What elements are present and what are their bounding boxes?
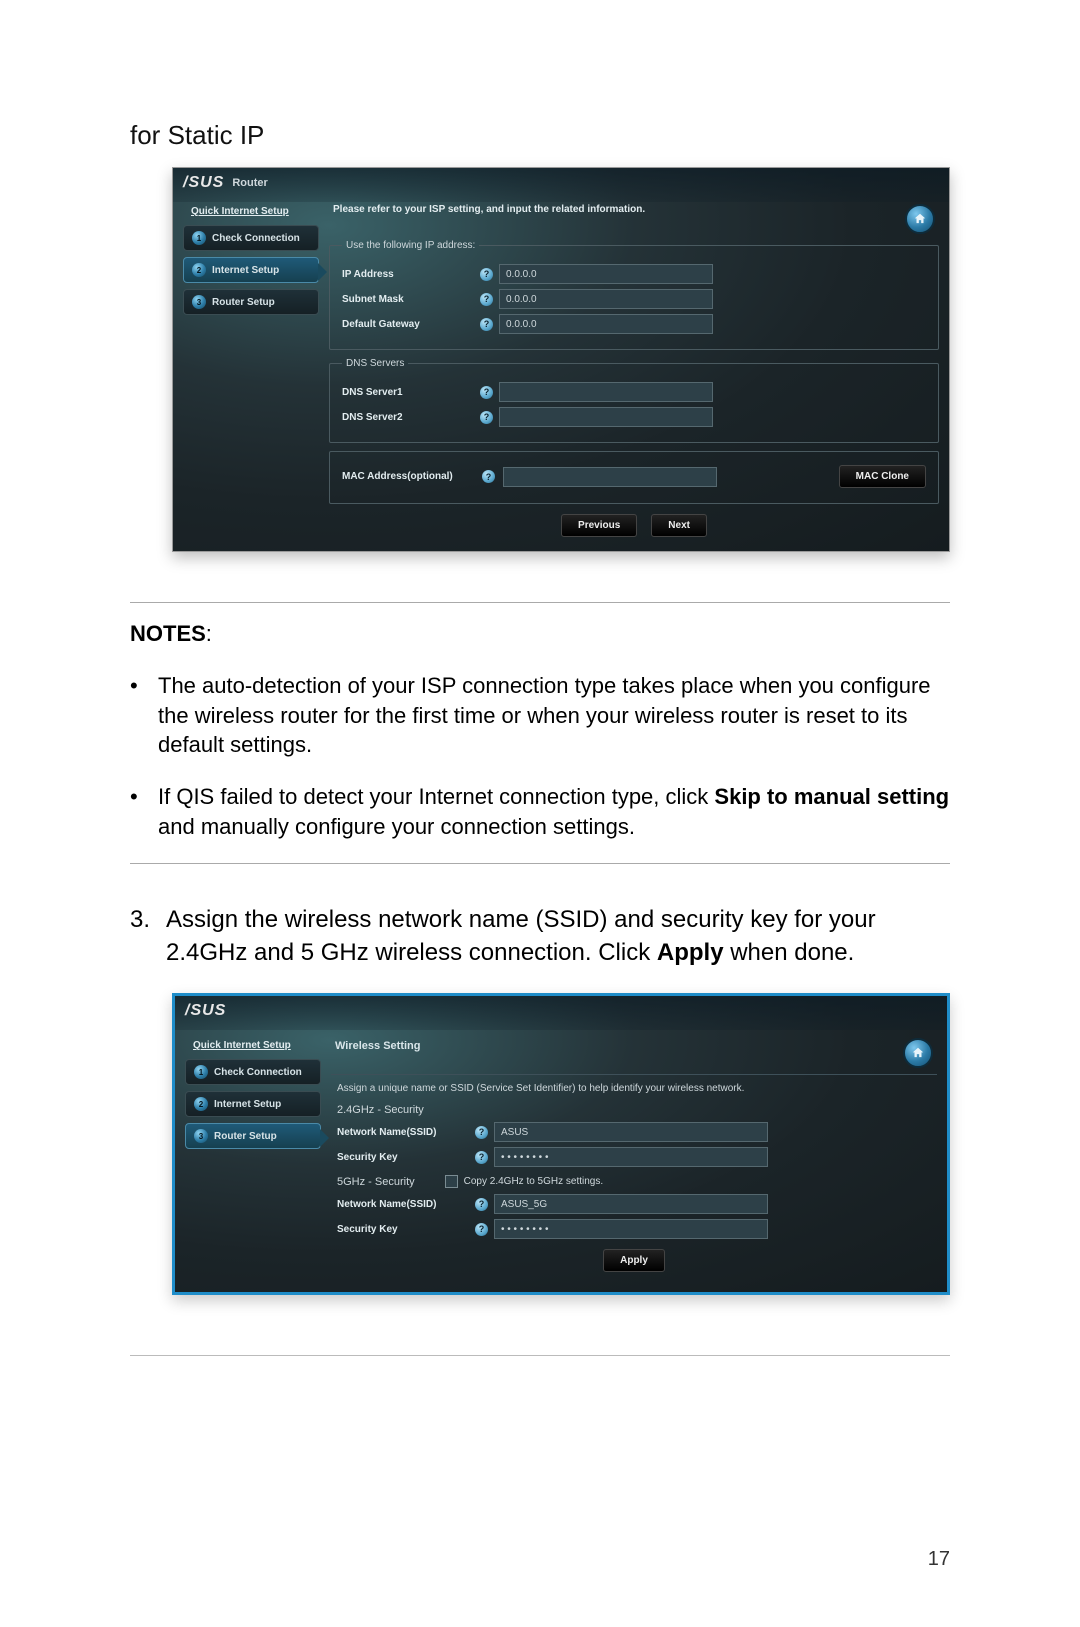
wireless-setting-screenshot: /SUS Quick Internet Setup 1 Check Connect… [172,993,950,1295]
mac-fieldset: MAC Address(optional)? MAC Clone [329,451,939,504]
wizard-sidebar: Quick Internet Setup 1 Check Connection 2… [183,202,319,537]
router-header: /SUS [175,996,947,1030]
step-3-icon: 3 [192,295,206,309]
ip-address-input[interactable] [499,264,713,284]
note-item: •If QIS failed to detect your Internet c… [130,782,950,841]
info-icon[interactable]: ? [480,318,493,331]
subnet-mask-label: Subnet Mask [342,294,474,305]
info-icon[interactable]: ? [475,1126,488,1139]
key-5-input[interactable] [494,1219,768,1239]
info-icon[interactable]: ? [480,411,493,424]
step-2-icon: 2 [192,263,206,277]
sidebar-item-label: Internet Setup [212,265,279,276]
default-gateway-input[interactable] [499,314,713,334]
info-icon[interactable]: ? [480,268,493,281]
ssid-24-label: Network Name(SSID) [337,1127,469,1138]
fieldset-legend: Use the following IP address: [342,240,479,251]
step-3-icon: 3 [194,1129,208,1143]
notes-list: •The auto-detection of your ISP connecti… [130,671,950,841]
copy-settings-label: Copy 2.4GHz to 5GHz settings. [464,1176,604,1187]
step-1-icon: 1 [192,231,206,245]
page-number: 17 [928,1548,950,1571]
sidebar-item-label: Router Setup [212,297,275,308]
fieldset-legend: DNS Servers [342,358,408,369]
security-24ghz-heading: 2.4GHz - Security [337,1104,931,1116]
apply-button[interactable]: Apply [603,1249,665,1272]
panel-title: Wireless Setting [335,1040,420,1052]
previous-button[interactable]: Previous [561,514,637,537]
dns-fieldset: DNS Servers DNS Server1? DNS Server2? [329,358,939,443]
brand-subtitle: Router [232,177,267,189]
dns1-input[interactable] [499,382,713,402]
key-24-label: Security Key [337,1152,469,1163]
static-ip-screenshot: /SUS Router Quick Internet Setup 1 Check … [172,167,950,552]
subnet-mask-input[interactable] [499,289,713,309]
ssid-5-label: Network Name(SSID) [337,1199,469,1210]
info-icon[interactable]: ? [475,1198,488,1211]
sidebar-item-check-connection[interactable]: 1 Check Connection [183,225,319,251]
sidebar-title: Quick Internet Setup [183,202,319,225]
security-5ghz-heading: 5GHz - Security [337,1176,415,1188]
sidebar-item-label: Check Connection [212,233,300,244]
panel-instruction: Please refer to your ISP setting, and in… [333,204,645,215]
mac-label: MAC Address(optional) [342,471,474,482]
brand-logo: /SUS [185,1002,226,1020]
router-header: /SUS Router [173,168,949,202]
mac-input[interactable] [503,467,717,487]
ssid-5-input[interactable] [494,1194,768,1214]
key-24-input[interactable] [494,1147,768,1167]
ssid-24-input[interactable] [494,1122,768,1142]
step-2-icon: 2 [194,1097,208,1111]
ip-address-label: IP Address [342,269,474,280]
info-icon[interactable]: ? [482,470,495,483]
mac-clone-button[interactable]: MAC Clone [839,465,926,488]
home-button[interactable] [903,1038,933,1068]
sidebar-item-label: Internet Setup [214,1099,281,1110]
divider [130,602,950,603]
dns1-label: DNS Server1 [342,387,474,398]
info-icon[interactable]: ? [480,386,493,399]
sidebar-item-internet-setup[interactable]: 2 Internet Setup [183,257,319,283]
note-item: •The auto-detection of your ISP connecti… [130,671,950,760]
sidebar-item-label: Check Connection [214,1067,302,1078]
sidebar-item-internet-setup[interactable]: 2 Internet Setup [185,1091,321,1117]
notes-heading: NOTES: [130,621,950,647]
default-gateway-label: Default Gateway [342,319,474,330]
sidebar-item-check-connection[interactable]: 1 Check Connection [185,1059,321,1085]
dns2-label: DNS Server2 [342,412,474,423]
assign-text: Assign a unique name or SSID (Service Se… [337,1083,931,1094]
page-footer-rule [130,1355,950,1356]
sidebar-item-router-setup[interactable]: 3 Router Setup [185,1123,321,1149]
step-3-text: 3. Assign the wireless network name (SSI… [130,904,950,969]
sidebar-item-label: Router Setup [214,1131,277,1142]
sidebar-title: Quick Internet Setup [185,1036,321,1059]
key-5-label: Security Key [337,1224,469,1235]
info-icon[interactable]: ? [480,293,493,306]
info-icon[interactable]: ? [475,1223,488,1236]
divider [130,863,950,864]
next-button[interactable]: Next [651,514,707,537]
wizard-sidebar: Quick Internet Setup 1 Check Connection 2… [185,1036,321,1278]
copy-settings-checkbox[interactable] [445,1175,458,1188]
ip-address-fieldset: Use the following IP address: IP Address… [329,240,939,350]
brand-logo: /SUS [183,174,224,192]
section-heading: for Static IP [130,120,950,151]
home-button[interactable] [905,204,935,234]
step-1-icon: 1 [194,1065,208,1079]
dns2-input[interactable] [499,407,713,427]
info-icon[interactable]: ? [475,1151,488,1164]
sidebar-item-router-setup[interactable]: 3 Router Setup [183,289,319,315]
